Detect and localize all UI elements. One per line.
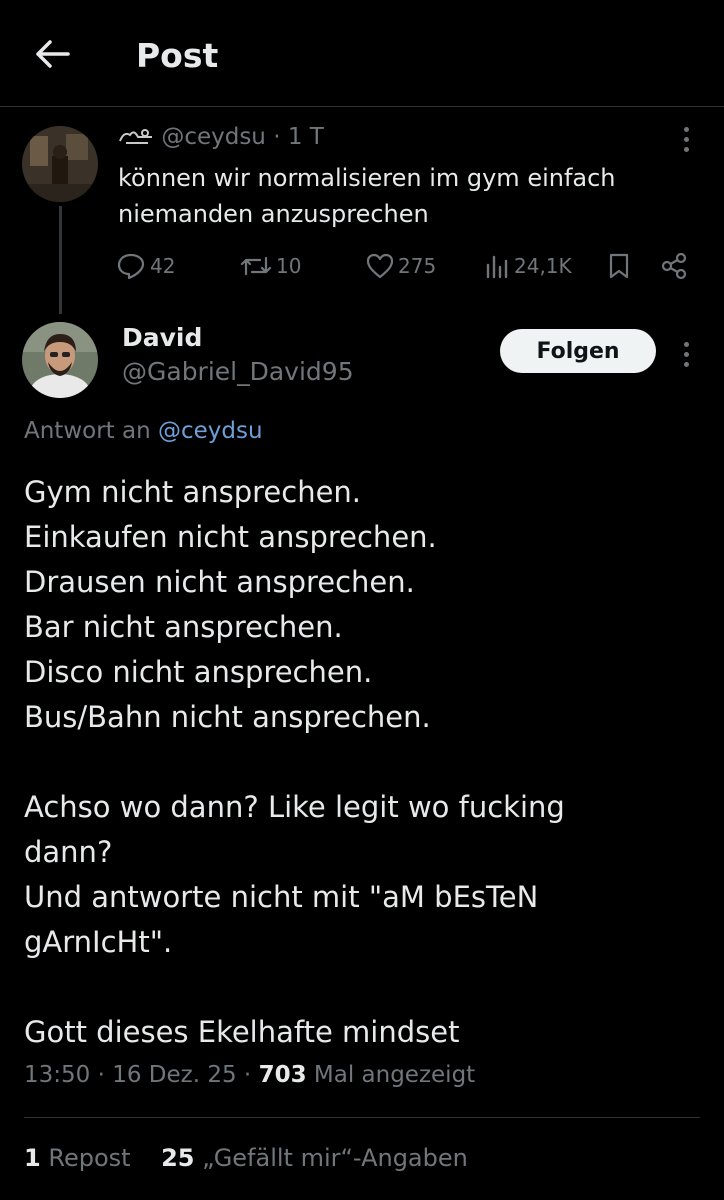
likes-stat[interactable]: 25 „Gefällt mir“-Angaben (161, 1144, 468, 1172)
body-line: Drausen nicht ansprechen. (24, 565, 415, 599)
reply-button[interactable]: 42 (116, 248, 175, 284)
reply-author-handle[interactable]: @Gabriel_David95 (122, 357, 354, 386)
repost-stat-label: Repost (48, 1144, 131, 1172)
reply-avatar[interactable] (22, 322, 98, 398)
body-line: Gym nicht ansprechen. (24, 475, 362, 509)
follow-button[interactable]: Folgen (500, 329, 656, 373)
emoji-icon (119, 129, 152, 144)
likes-stat-label: „Gefällt mir“-Angaben (202, 1144, 468, 1172)
more-options-icon[interactable] (681, 127, 691, 157)
body-line: Disco nicht ansprechen. (24, 655, 373, 689)
views-count: 24,1K (514, 254, 572, 278)
share-button[interactable] (660, 248, 692, 284)
parent-actions: 42 10 275 24,1K (116, 248, 696, 284)
reply-author-name[interactable]: David (122, 323, 202, 352)
parent-header: @ceydsu · 1 T (118, 124, 324, 150)
view-label: Mal angezeigt (313, 1062, 476, 1088)
body-line: Einkaufen nicht ansprechen. (24, 520, 437, 554)
repost-count: 10 (276, 254, 302, 278)
body-line: Bar nicht ansprechen. (24, 610, 343, 644)
body-paragraph: Achso wo dann? Like legit wo fucking dan… (24, 790, 565, 869)
share-icon (661, 252, 687, 280)
views-icon (486, 255, 508, 279)
repost-stat-count: 1 (24, 1144, 41, 1172)
parent-handle[interactable]: @ceydsu (161, 124, 266, 150)
top-bar: Post (0, 0, 724, 107)
arrow-left-icon (36, 40, 70, 68)
body-paragraph: Und antworte nicht mit "aM bEsTeN gArnIc… (24, 880, 539, 959)
likes-stat-count: 25 (161, 1144, 195, 1172)
reply-context: Antwort an @ceydsu (24, 418, 263, 444)
parent-text: können wir normalisieren im gym einfach … (118, 164, 616, 228)
like-button[interactable]: 275 (366, 248, 436, 284)
post-timestamp[interactable]: 13:50 · 16 Dez. 25 · (24, 1062, 251, 1088)
reply-mention-link[interactable]: @ceydsu (158, 418, 263, 444)
reply-count: 42 (150, 254, 176, 278)
reply-prefix: Antwort an (24, 418, 151, 444)
post-meta: 13:50 · 16 Dez. 25 · 703 Mal angezeigt (24, 1062, 475, 1088)
repost-stat[interactable]: 1 Repost (24, 1144, 131, 1172)
body-line: Bus/Bahn nicht ansprechen. (24, 700, 431, 734)
parent-time[interactable]: · 1 T (273, 124, 324, 150)
heart-icon (366, 253, 394, 279)
repost-icon (240, 256, 272, 276)
body-paragraph: Gott dieses Ekelhafte mindset (24, 1015, 460, 1049)
view-count: 703 (258, 1062, 307, 1088)
engagement-stats: 1 Repost 25 „Gefällt mir“-Angaben (24, 1144, 468, 1172)
views-button[interactable]: 24,1K (484, 248, 572, 284)
back-button[interactable] (34, 38, 70, 70)
parent-avatar[interactable] (22, 126, 98, 202)
reply-body: Gym nicht ansprechen. Einkaufen nicht an… (24, 470, 684, 1055)
repost-button[interactable]: 10 (240, 248, 301, 284)
divider (24, 1117, 700, 1118)
more-options-icon[interactable] (681, 342, 691, 372)
like-count: 275 (398, 254, 437, 278)
bookmark-button[interactable] (608, 248, 634, 284)
thread-line (59, 206, 62, 314)
page-title: Post (136, 36, 219, 75)
reply-icon (117, 253, 145, 280)
bookmark-icon (609, 253, 629, 279)
